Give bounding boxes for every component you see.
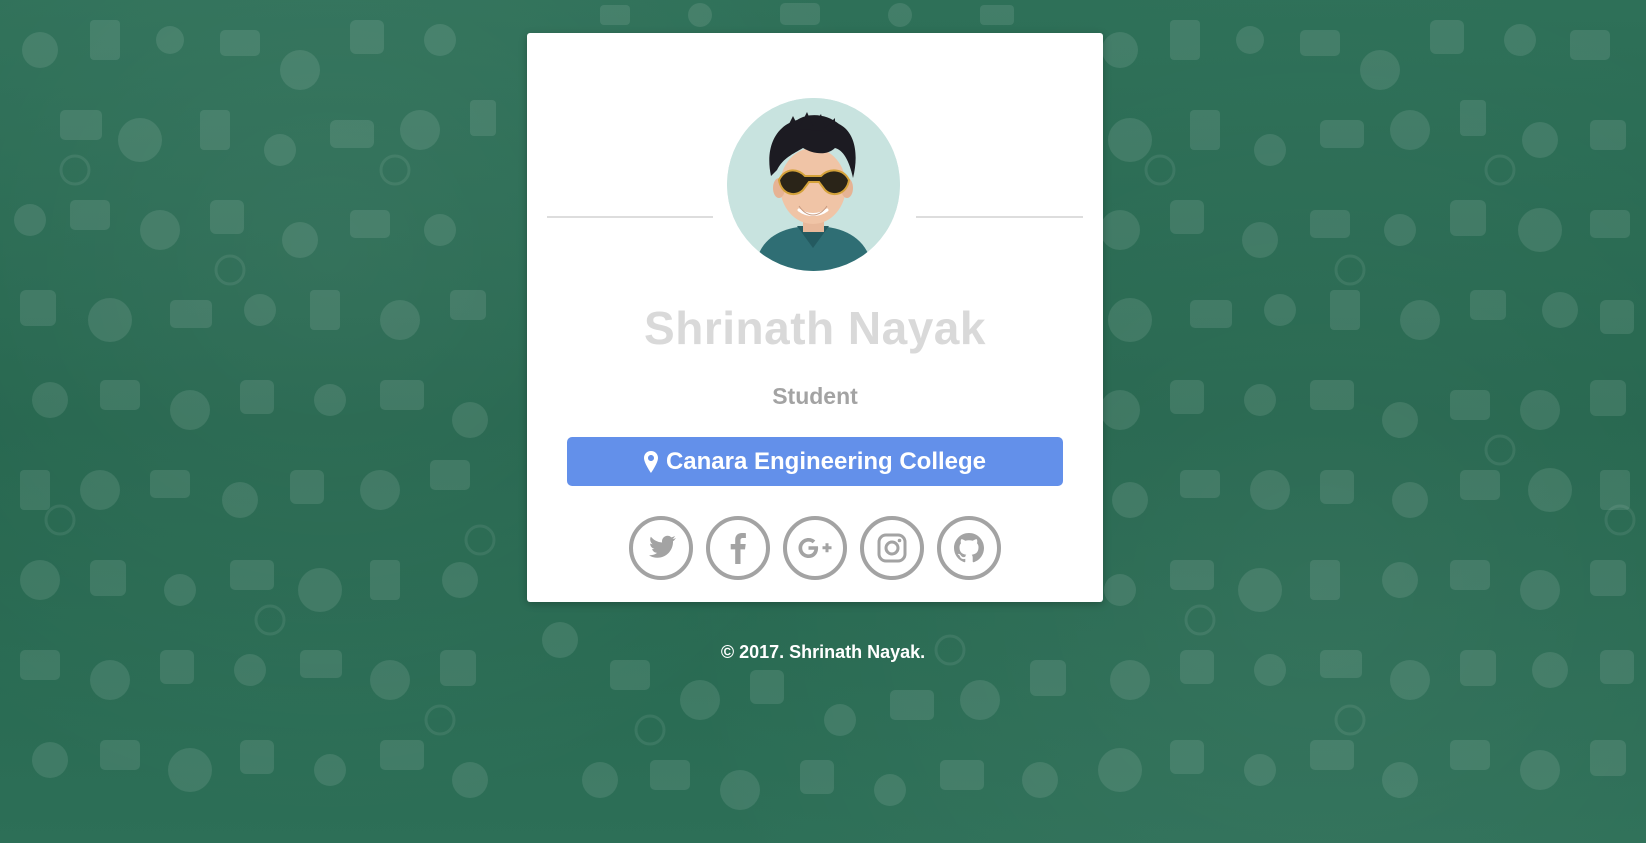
footer-copyright: © 2017. Shrinath Nayak. [720,642,926,662]
twitter-icon [649,535,676,558]
google-plus-link[interactable] [783,516,847,580]
profile-name: Shrinath Nayak [644,302,986,354]
divider-right [916,216,1083,218]
avatar-illustration [727,98,900,271]
location-button[interactable]: Canara Engineering College [567,437,1063,486]
map-marker-icon [643,450,658,473]
profile-card: Shrinath Nayak Student Canara Engineerin… [527,33,1103,602]
instagram-link[interactable] [860,516,924,580]
twitter-link[interactable] [629,516,693,580]
facebook-icon [730,533,746,564]
google-plus-icon [798,538,832,558]
instagram-icon [877,533,907,563]
avatar [727,98,900,271]
facebook-link[interactable] [706,516,770,580]
github-link[interactable] [937,516,1001,580]
social-links [629,516,1001,580]
divider-left [547,216,713,218]
profile-role: Student [772,383,858,409]
location-label: Canara Engineering College [665,447,987,475]
github-icon [954,533,984,563]
